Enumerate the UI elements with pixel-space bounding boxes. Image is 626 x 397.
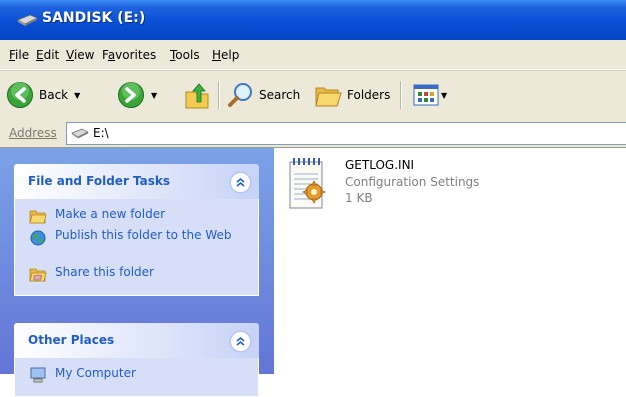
title-bar[interactable]: SANDISK (E:) — [0, 0, 626, 40]
window-title: SANDISK (E:) — [42, 10, 146, 26]
back-button[interactable]: Back ▼ — [6, 79, 80, 111]
collapse-chevron-icon[interactable] — [230, 172, 251, 193]
file-list: GETLOG.INI Configuration Settings 1 KB — [274, 148, 626, 374]
up-folder-button[interactable] — [183, 79, 211, 111]
other-places-header[interactable]: Other Places — [14, 323, 259, 358]
address-bar: Address E:\ — [0, 119, 626, 148]
make-new-folder-link[interactable]: Make a new folder — [15, 207, 258, 229]
file-folder-tasks-body: Make a new folder Publish this folder to… — [14, 199, 259, 296]
my-computer-link[interactable]: My Computer — [15, 366, 258, 388]
new-folder-icon — [29, 210, 47, 224]
drive-icon — [71, 128, 89, 139]
up-folder-icon — [185, 83, 209, 109]
drive-icon — [17, 14, 38, 26]
address-label: Address — [9, 126, 57, 140]
file-folder-tasks-title: File and Folder Tasks — [28, 174, 171, 188]
search-icon — [228, 83, 252, 107]
folders-label: Folders — [347, 88, 391, 102]
toolbar-separator — [400, 81, 402, 109]
globe-icon — [30, 230, 46, 246]
menu-bar: File Edit View Favorites Tools Help — [0, 40, 626, 70]
computer-icon — [30, 367, 46, 383]
file-folder-tasks-panel: File and Folder Tasks Make a new folder … — [14, 164, 259, 296]
search-label: Search — [259, 88, 301, 102]
search-button[interactable]: Search — [226, 79, 300, 111]
file-folder-tasks-header[interactable]: File and Folder Tasks — [14, 164, 259, 199]
menu-edit[interactable]: Edit — [36, 48, 59, 62]
forward-button[interactable]: ▼ — [117, 79, 157, 111]
toolbar: Back ▼ ▼ Search Folders ▼ — [0, 70, 626, 120]
back-dropdown-icon[interactable]: ▼ — [74, 91, 80, 100]
menu-view[interactable]: View — [66, 48, 94, 62]
share-folder-link[interactable]: Share this folder — [15, 265, 258, 287]
views-button[interactable]: ▼ — [413, 79, 447, 111]
config-file-icon — [289, 158, 326, 209]
folders-button[interactable]: Folders — [314, 79, 390, 111]
other-places-title: Other Places — [28, 333, 115, 347]
toolbar-separator — [218, 81, 220, 109]
task-pane: File and Folder Tasks Make a new folder … — [0, 148, 274, 397]
menu-help[interactable]: Help — [212, 48, 239, 62]
back-label: Back — [39, 88, 69, 102]
forward-arrow-icon — [118, 82, 144, 108]
file-name: GETLOG.INI — [345, 158, 415, 172]
address-input[interactable]: E:\ — [66, 122, 626, 145]
menu-favorites[interactable]: Favorites — [102, 48, 156, 62]
views-icon — [413, 84, 439, 106]
menu-tools[interactable]: Tools — [170, 48, 200, 62]
file-size: 1 KB — [345, 191, 373, 205]
forward-dropdown-icon[interactable]: ▼ — [151, 91, 157, 100]
other-places-panel: Other Places My Computer — [14, 323, 259, 397]
collapse-chevron-icon[interactable] — [230, 331, 251, 352]
share-folder-icon — [29, 268, 47, 282]
views-dropdown-icon[interactable]: ▼ — [441, 91, 447, 100]
file-type: Configuration Settings — [345, 175, 480, 189]
back-arrow-icon — [7, 82, 33, 108]
menu-file[interactable]: File — [9, 48, 29, 62]
folders-icon — [315, 87, 342, 107]
address-value: E:\ — [93, 126, 109, 140]
publish-folder-link[interactable]: Publish this folder to the Web — [15, 229, 258, 265]
other-places-body: My Computer — [14, 358, 259, 397]
